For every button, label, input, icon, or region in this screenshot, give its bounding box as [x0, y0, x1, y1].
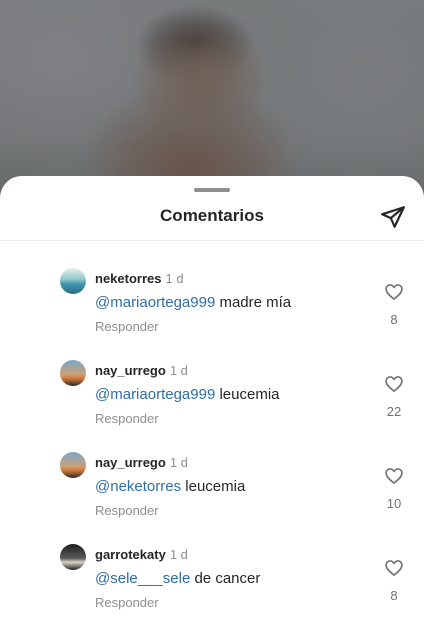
comment-text: @sele___sele de cancer [95, 570, 260, 587]
comment-body: madre mía [215, 294, 292, 311]
heart-icon[interactable] [384, 466, 404, 486]
comment-username[interactable]: neketorres [95, 271, 161, 286]
comment-meta: garrotekaty 1 d [95, 547, 188, 562]
comment-body: de cancer [190, 570, 261, 587]
comment-item: nay_urrego 1 d @neketorres leucemia Respo… [0, 452, 424, 532]
send-icon[interactable] [380, 204, 406, 230]
comment-meta: neketorres 1 d [95, 271, 184, 286]
comment-username[interactable]: garrotekaty [95, 547, 166, 562]
like-count: 8 [390, 312, 398, 327]
reply-button[interactable]: Responder [95, 319, 159, 334]
comment-item: garrotekaty 1 d @sele___sele de cancer Re… [0, 544, 424, 620]
like-count: 22 [386, 404, 402, 419]
avatar[interactable] [60, 268, 86, 294]
header-divider [0, 240, 424, 241]
comment-mention[interactable]: @sele___sele [95, 570, 190, 587]
heart-icon[interactable] [384, 558, 404, 578]
comment-text: @mariaortega999 leucemia [95, 386, 280, 403]
like-count: 8 [390, 588, 398, 603]
reply-button[interactable]: Responder [95, 411, 159, 426]
comment-text: @neketorres leucemia [95, 478, 245, 495]
comment-item: neketorres 1 d @mariaortega999 madre mía … [0, 268, 424, 348]
sheet-grabber-handle[interactable] [194, 188, 230, 192]
comment-body: leucemia [181, 478, 246, 495]
reply-button[interactable]: Responder [95, 595, 159, 610]
comment-mention[interactable]: @mariaortega999 [95, 386, 215, 403]
comment-username[interactable]: nay_urrego [95, 455, 166, 470]
comment-username[interactable]: nay_urrego [95, 363, 166, 378]
heart-icon[interactable] [384, 374, 404, 394]
comment-text: @mariaortega999 madre mía [95, 294, 291, 311]
sheet-title: Comentarios [160, 206, 264, 225]
avatar[interactable] [60, 544, 86, 570]
avatar[interactable] [60, 360, 86, 386]
comment-time: 1 d [169, 547, 188, 562]
comment-mention[interactable]: @mariaortega999 [95, 294, 215, 311]
like-count: 10 [386, 496, 402, 511]
reply-button[interactable]: Responder [95, 503, 159, 518]
comment-item: nay_urrego 1 d @mariaortega999 leucemia R… [0, 360, 424, 440]
avatar[interactable] [60, 452, 86, 478]
comment-time: 1 d [169, 455, 188, 470]
comment-mention[interactable]: @neketorres [95, 478, 181, 495]
comment-meta: nay_urrego 1 d [95, 455, 188, 470]
comment-body: leucemia [215, 386, 280, 403]
heart-icon[interactable] [384, 282, 404, 302]
comments-sheet: Comentarios neketorres 1 d @mariaortega99… [0, 176, 424, 620]
comment-time: 1 d [165, 271, 184, 286]
comment-meta: nay_urrego 1 d [95, 363, 188, 378]
comment-time: 1 d [169, 363, 188, 378]
